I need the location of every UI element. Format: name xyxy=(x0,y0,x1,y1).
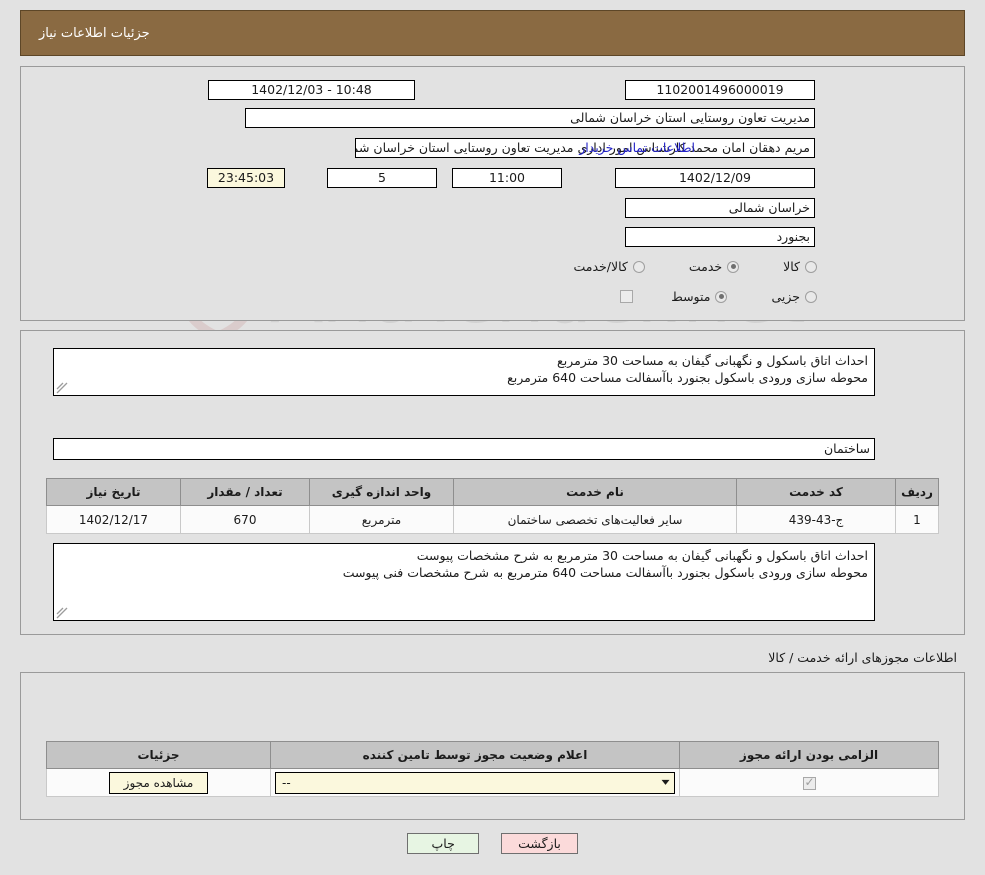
buyer-notes-textarea[interactable]: احداث اتاق باسکول و نگهبانی گیفان به مسا… xyxy=(53,543,875,621)
category-option-kala-khedmat[interactable]: کالا/خدمت xyxy=(573,259,645,274)
permits-table-header-row: الزامی بودن ارائه مجوز اعلام وضعیت مجوز … xyxy=(46,741,939,769)
th-unit: واحد اندازه گیری xyxy=(309,478,454,506)
buyer-notes-line-1: احداث اتاق باسکول و نگهبانی گیفان به مسا… xyxy=(416,548,868,563)
permit-status-select[interactable]: ▾ -- xyxy=(275,771,675,794)
permit-status-value: -- xyxy=(282,775,291,790)
radio-kala-icon[interactable] xyxy=(805,260,817,273)
back-button[interactable]: بازگشت xyxy=(501,833,578,854)
permit-required-checkbox xyxy=(802,775,816,790)
view-permit-button[interactable]: مشاهده مجوز xyxy=(108,771,209,794)
deadline-time-field[interactable]: 11:00 xyxy=(452,168,562,188)
table-row: 1 ج-43-439 سایر فعالیت‌های تخصصی ساختمان… xyxy=(46,505,939,534)
print-button[interactable]: چاپ xyxy=(407,833,480,854)
cell-code: ج-43-439 xyxy=(736,505,896,534)
cell-quantity: 670 xyxy=(180,505,310,534)
radio-motavaset-icon[interactable] xyxy=(715,290,728,303)
page-title-bar: جزئیات اطلاعات نیاز xyxy=(20,10,965,56)
cell-row: 1 xyxy=(895,505,939,534)
delivery-city-field[interactable]: بجنورد xyxy=(625,227,815,247)
summary-line-2: محوطه سازی ورودی باسکول بجنورد باآسفالت … xyxy=(507,370,868,385)
process-option-motavaset[interactable]: متوسط xyxy=(671,289,728,304)
category-option-khedmat[interactable]: خدمت xyxy=(688,259,740,274)
cell-permit-required xyxy=(679,768,939,797)
deadline-date-field[interactable]: 1402/12/09 xyxy=(615,168,815,188)
announce-datetime-field[interactable]: 10:48 - 1402/12/03 xyxy=(208,80,415,100)
service-group-field[interactable]: ساختمان xyxy=(53,438,875,460)
permits-table: الزامی بودن ارائه مجوز اعلام وضعیت مجوز … xyxy=(46,741,939,797)
footer-button-bar: بازگشت چاپ xyxy=(0,833,985,854)
radio-kala-khedmat-icon[interactable] xyxy=(632,260,645,273)
countdown-timer-field: 23:45:03 xyxy=(207,168,285,188)
th-quantity: تعداد / مقدار xyxy=(180,478,310,506)
page-title: جزئیات اطلاعات نیاز xyxy=(39,25,150,41)
services-table-header-row: ردیف کد خدمت نام خدمت واحد اندازه گیری ت… xyxy=(46,478,939,506)
chevron-down-icon: ▾ xyxy=(661,777,670,788)
cell-permit-status: ▾ -- xyxy=(270,768,680,797)
th-name: نام خدمت xyxy=(453,478,737,506)
services-table: ردیف کد خدمت نام خدمت واحد اندازه گیری ت… xyxy=(46,478,939,534)
category-radio-group: کالا خدمت کالا/خدمت xyxy=(573,259,817,274)
th-date: تاریخ نیاز xyxy=(46,478,181,506)
permits-heading: اطلاعات مجوزهای ارائه خدمت / کالا xyxy=(768,650,957,665)
delivery-province-field[interactable]: خراسان شمالی xyxy=(625,198,815,218)
buyer-contact-link[interactable]: اطلاعات تماس خریدار xyxy=(579,140,695,155)
process-option-motavaset-label: متوسط xyxy=(671,289,711,304)
page-root: جزئیات اطلاعات نیاز AriaTender.net شماره… xyxy=(0,0,985,875)
th-code: کد خدمت xyxy=(736,478,896,506)
summary-line-1: احداث اتاق باسکول و نگهبانی گیفان به مسا… xyxy=(557,353,868,368)
th-permit-details: جزئیات xyxy=(46,741,271,769)
category-option-kala[interactable]: کالا xyxy=(783,259,817,274)
summary-textarea[interactable]: احداث اتاق باسکول و نگهبانی گیفان به مسا… xyxy=(53,348,875,396)
treasury-checkbox[interactable] xyxy=(620,290,633,303)
need-summary-panel xyxy=(20,66,965,321)
need-number-field[interactable]: 1102001496000019 xyxy=(625,80,815,100)
resize-grip-icon[interactable] xyxy=(56,607,68,619)
cell-date: 1402/12/17 xyxy=(46,505,181,534)
cell-permit-details: مشاهده مجوز xyxy=(46,768,271,797)
cell-unit: مترمربع xyxy=(309,505,454,534)
category-option-kala-label: کالا xyxy=(783,259,800,274)
category-option-kala-khedmat-label: کالا/خدمت xyxy=(573,259,628,274)
table-row: ▾ -- مشاهده مجوز xyxy=(46,768,939,797)
buyer-org-field[interactable]: مدیریت تعاون روستایی استان خراسان شمالی xyxy=(245,108,815,128)
remaining-days-field: 5 xyxy=(327,168,437,188)
th-row: ردیف xyxy=(895,478,939,506)
th-permit-required: الزامی بودن ارائه مجوز xyxy=(679,741,939,769)
process-option-jozi[interactable]: جزیی xyxy=(771,289,817,304)
buyer-notes-line-2: محوطه سازی ورودی باسکول بجنورد باآسفالت … xyxy=(342,565,868,580)
radio-khedmat-icon[interactable] xyxy=(727,260,740,273)
category-option-khedmat-label: خدمت xyxy=(688,259,723,274)
process-option-jozi-label: جزیی xyxy=(771,289,800,304)
radio-jozi-icon[interactable] xyxy=(805,290,817,303)
th-permit-status: اعلام وضعیت مجوز توسط تامین کننده xyxy=(270,741,680,769)
process-radio-group: جزیی متوسط xyxy=(671,289,817,304)
cell-name: سایر فعالیت‌های تخصصی ساختمان xyxy=(453,505,737,534)
